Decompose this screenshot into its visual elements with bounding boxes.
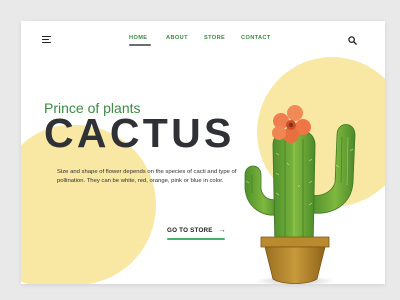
nav-contact-label: CONTACT	[241, 35, 271, 41]
cta-label: GO TO STORE	[167, 227, 213, 234]
page-frame: HOME ABOUT STORE CONTACT Prince of plant…	[21, 21, 385, 284]
nav-contact[interactable]: CONTACT	[241, 35, 271, 41]
hero-title: CACTUS	[44, 110, 235, 156]
nav-home-label: HOME	[129, 35, 148, 41]
nav-store[interactable]: STORE	[204, 35, 225, 41]
nav-store-label: STORE	[204, 35, 226, 41]
nav-about-label: ABOUT	[166, 35, 188, 41]
nav-home[interactable]: HOME	[129, 35, 151, 46]
search-icon[interactable]	[348, 36, 357, 45]
pot-body	[264, 246, 326, 284]
cactus-right-arm	[310, 124, 356, 214]
nav-about[interactable]: ABOUT	[166, 35, 188, 41]
pot-rim	[260, 236, 330, 248]
nav-active-indicator	[129, 44, 151, 46]
hamburger-menu-icon[interactable]	[42, 36, 51, 44]
cactus-illustration	[244, 105, 356, 284]
